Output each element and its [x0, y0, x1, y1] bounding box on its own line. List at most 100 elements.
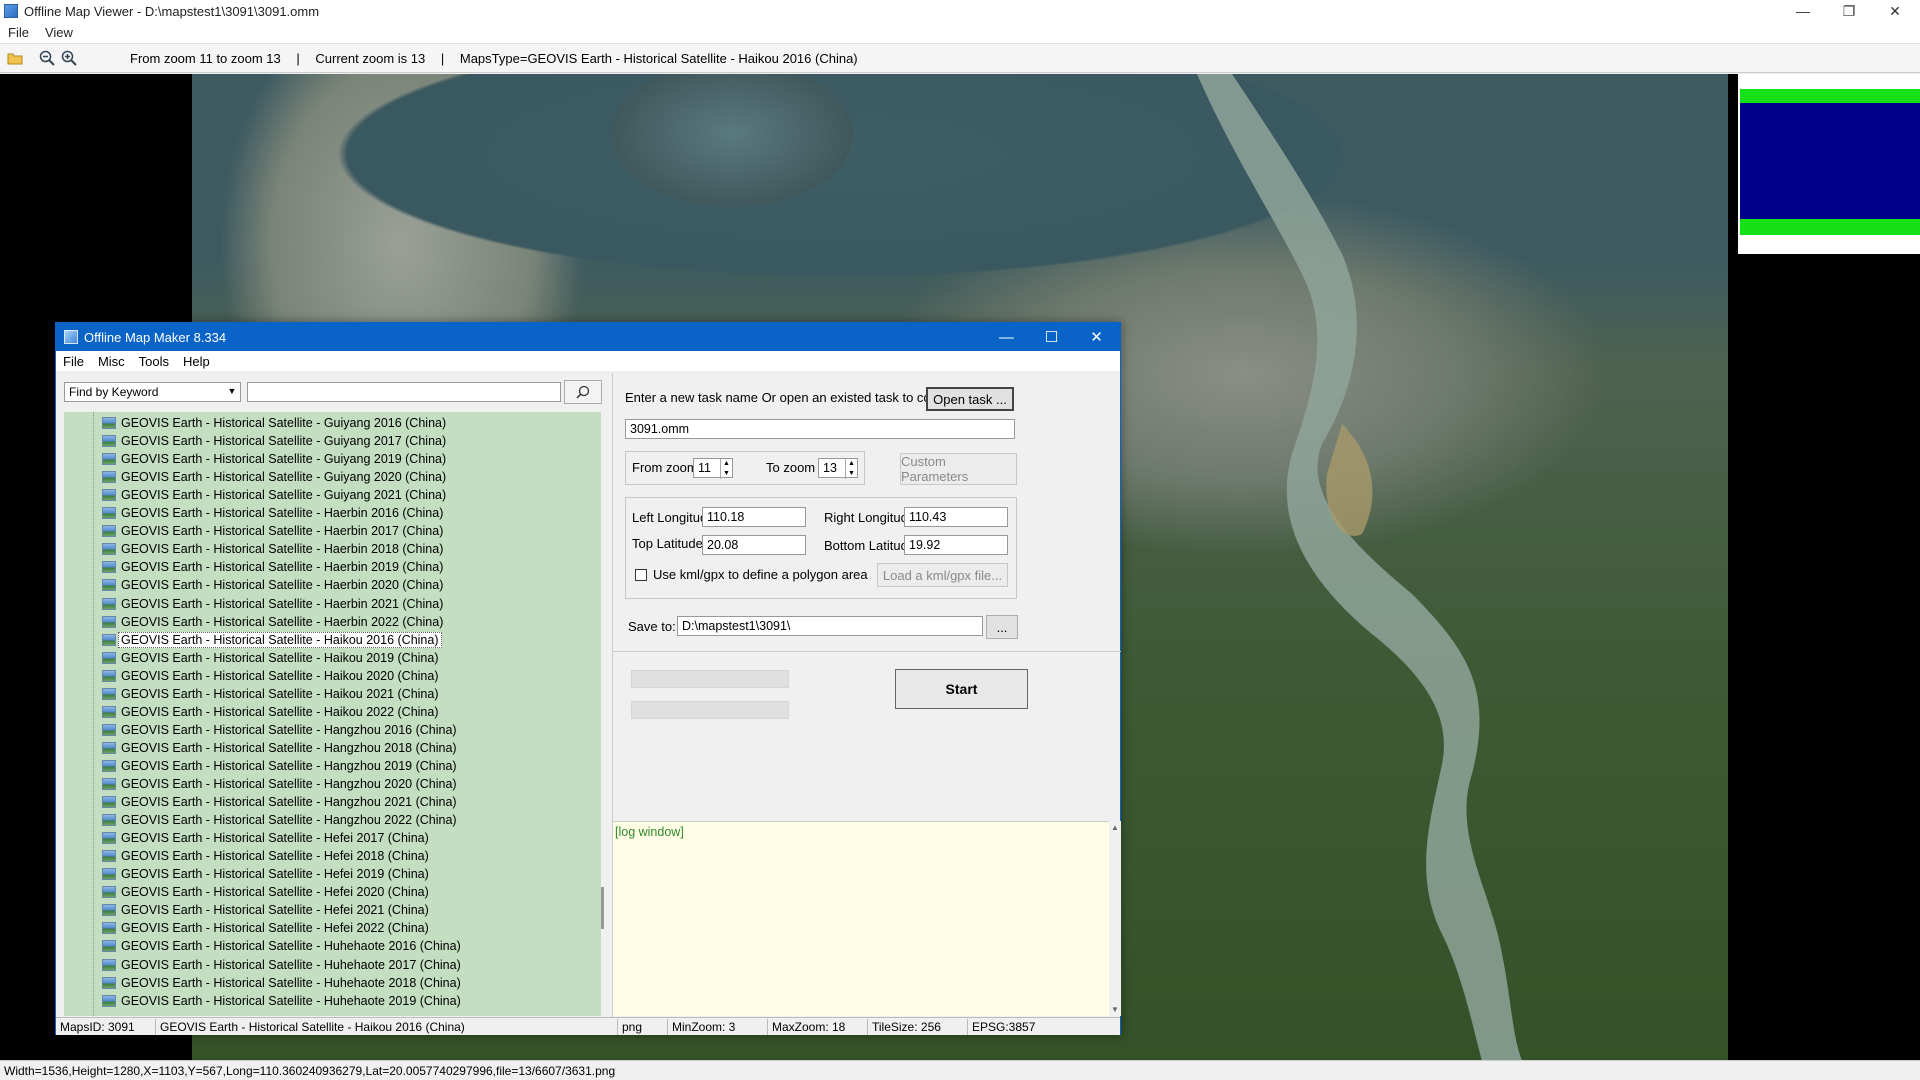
list-item[interactable]: GEOVIS Earth - Historical Satellite - Hu… — [102, 974, 461, 992]
map-type-tree[interactable]: GEOVIS Earth - Historical Satellite - Gu… — [64, 412, 601, 1016]
progress-bar-current — [631, 701, 789, 719]
to-zoom-input[interactable]: 13 ▲ ▼ — [818, 458, 858, 479]
open-folder-icon[interactable] — [4, 47, 26, 69]
zoom-group: From zoom 11 ▲ ▼ To zoom 13 ▲ ▼ — [625, 451, 865, 485]
list-item[interactable]: GEOVIS Earth - Historical Satellite - Gu… — [102, 468, 446, 486]
list-item[interactable]: GEOVIS Earth - Historical Satellite - He… — [102, 847, 429, 865]
list-item[interactable]: GEOVIS Earth - Historical Satellite - Gu… — [102, 486, 446, 504]
dialog-menu-misc[interactable]: Misc — [91, 354, 132, 369]
from-zoom-input[interactable]: 11 ▲ ▼ — [693, 458, 733, 479]
search-mode-select[interactable]: Find by Keyword ▼ — [64, 382, 241, 402]
map-icon — [102, 417, 116, 429]
top-latitude-input[interactable]: 20.08 — [702, 535, 806, 555]
list-item[interactable]: GEOVIS Earth - Historical Satellite - Ha… — [102, 613, 443, 631]
log-scrollbar[interactable]: ▲ ▼ — [1109, 821, 1121, 1016]
dialog-titlebar[interactable]: Offline Map Maker 8.334 — ☐ ✕ — [56, 323, 1120, 351]
status-maps-id: MapsID: 3091 — [56, 1019, 156, 1035]
list-item[interactable]: GEOVIS Earth - Historical Satellite - Ha… — [102, 775, 457, 793]
close-button[interactable]: ✕ — [1872, 0, 1918, 22]
list-item[interactable]: GEOVIS Earth - Historical Satellite - Ha… — [102, 540, 443, 558]
task-name-input[interactable]: 3091.omm — [625, 419, 1015, 439]
to-zoom-spinner[interactable]: ▲ ▼ — [845, 459, 857, 479]
dialog-minimize-button[interactable]: — — [984, 323, 1029, 351]
map-icon — [102, 579, 116, 592]
scroll-up-icon[interactable]: ▲ — [1109, 823, 1121, 832]
map-icon — [102, 669, 116, 682]
status-max-zoom: MaxZoom: 18 — [768, 1019, 868, 1035]
app-icon — [4, 4, 18, 18]
list-item[interactable]: GEOVIS Earth - Historical Satellite - Hu… — [102, 992, 461, 1010]
map-icon — [102, 868, 116, 881]
search-mode-value: Find by Keyword — [69, 385, 159, 399]
map-icon — [102, 958, 116, 971]
right-longitude-input[interactable]: 110.43 — [904, 507, 1008, 527]
list-item[interactable]: GEOVIS Earth - Historical Satellite - Ha… — [102, 685, 439, 703]
from-zoom-spinner[interactable]: ▲ ▼ — [720, 459, 732, 479]
list-item[interactable]: GEOVIS Earth - Historical Satellite - Ha… — [102, 721, 457, 739]
list-item[interactable]: GEOVIS Earth - Historical Satellite - Ha… — [102, 811, 457, 829]
list-item[interactable]: GEOVIS Earth - Historical Satellite - He… — [102, 919, 429, 937]
list-item[interactable]: GEOVIS Earth - Historical Satellite - Ha… — [102, 522, 443, 540]
list-item-label: GEOVIS Earth - Historical Satellite - Ha… — [121, 813, 457, 828]
list-item[interactable]: GEOVIS Earth - Historical Satellite - Ha… — [102, 631, 442, 649]
map-icon — [102, 976, 116, 989]
list-item[interactable]: GEOVIS Earth - Historical Satellite - Ha… — [102, 649, 439, 667]
dialog-menu-tools[interactable]: Tools — [132, 354, 176, 369]
dialog-menu-help[interactable]: Help — [176, 354, 217, 369]
map-icon — [102, 741, 116, 754]
dialog-close-button[interactable]: ✕ — [1074, 323, 1119, 351]
list-item[interactable]: GEOVIS Earth - Historical Satellite - Ha… — [102, 757, 457, 775]
list-item[interactable]: GEOVIS Earth - Historical Satellite - Gu… — [102, 450, 446, 468]
status-format: png — [618, 1019, 668, 1035]
custom-parameters-button[interactable]: Custom Parameters — [900, 453, 1017, 485]
list-item[interactable]: GEOVIS Earth - Historical Satellite - Ha… — [102, 504, 443, 522]
open-task-button[interactable]: Open task ... — [926, 387, 1014, 411]
list-item[interactable]: GEOVIS Earth - Historical Satellite - Ha… — [102, 558, 443, 576]
map-icon — [102, 994, 116, 1007]
kml-checkbox-label[interactable]: Use kml/gpx to define a polygon area — [653, 567, 868, 582]
list-item-label: GEOVIS Earth - Historical Satellite - Ha… — [121, 578, 444, 593]
list-item-label: GEOVIS Earth - Historical Satellite - He… — [121, 921, 429, 936]
map-icon — [102, 850, 116, 863]
list-scrollbar-thumb[interactable] — [601, 887, 604, 929]
dialog-menu-file[interactable]: File — [56, 354, 91, 369]
list-item[interactable]: GEOVIS Earth - Historical Satellite - Ha… — [102, 703, 439, 721]
save-to-input[interactable]: D:\mapstest1\3091\ — [677, 616, 983, 636]
menu-file[interactable]: File — [0, 25, 37, 40]
list-item[interactable]: GEOVIS Earth - Historical Satellite - He… — [102, 865, 429, 883]
search-button[interactable] — [564, 380, 602, 404]
log-window[interactable]: [log window] — [613, 821, 1109, 1016]
list-item[interactable]: GEOVIS Earth - Historical Satellite - Ha… — [102, 739, 457, 757]
list-item[interactable]: GEOVIS Earth - Historical Satellite - Hu… — [102, 937, 461, 955]
browse-button[interactable]: ... — [986, 615, 1018, 639]
list-item[interactable]: GEOVIS Earth - Historical Satellite - Hu… — [102, 956, 461, 974]
overview-minimap[interactable] — [1738, 74, 1920, 254]
dialog-maximize-button[interactable]: ☐ — [1029, 323, 1074, 351]
list-item[interactable]: GEOVIS Earth - Historical Satellite - He… — [102, 901, 429, 919]
kml-checkbox[interactable] — [635, 569, 647, 581]
list-item[interactable]: GEOVIS Earth - Historical Satellite - He… — [102, 883, 429, 901]
search-input[interactable] — [247, 382, 561, 402]
map-icon — [102, 525, 116, 538]
list-item[interactable]: GEOVIS Earth - Historical Satellite - Ha… — [102, 595, 443, 613]
list-item-label: GEOVIS Earth - Historical Satellite - Ha… — [118, 631, 442, 648]
bottom-latitude-input[interactable]: 19.92 — [904, 535, 1008, 555]
start-button[interactable]: Start — [895, 669, 1028, 709]
zoom-out-icon[interactable] — [36, 47, 58, 69]
menu-view[interactable]: View — [37, 25, 81, 40]
load-kml-button[interactable]: Load a kml/gpx file... — [877, 563, 1008, 587]
list-item[interactable]: GEOVIS Earth - Historical Satellite - Gu… — [102, 414, 446, 432]
minimize-button[interactable]: — — [1780, 0, 1826, 22]
list-item[interactable]: GEOVIS Earth - Historical Satellite - Ha… — [102, 576, 443, 594]
zoom-in-icon[interactable] — [58, 47, 80, 69]
restore-button[interactable]: ❐ — [1826, 0, 1872, 22]
scroll-down-icon[interactable]: ▼ — [1109, 1005, 1121, 1014]
list-item[interactable]: GEOVIS Earth - Historical Satellite - Ha… — [102, 667, 439, 685]
list-item[interactable]: GEOVIS Earth - Historical Satellite - Gu… — [102, 432, 446, 450]
list-item[interactable]: GEOVIS Earth - Historical Satellite - Ha… — [102, 793, 457, 811]
list-item-label: GEOVIS Earth - Historical Satellite - Hu… — [121, 957, 461, 972]
save-to-label: Save to: — [628, 619, 676, 634]
left-longitude-input[interactable]: 110.18 — [702, 507, 806, 527]
list-item[interactable]: GEOVIS Earth - Historical Satellite - He… — [102, 829, 429, 847]
map-icon — [102, 759, 116, 772]
